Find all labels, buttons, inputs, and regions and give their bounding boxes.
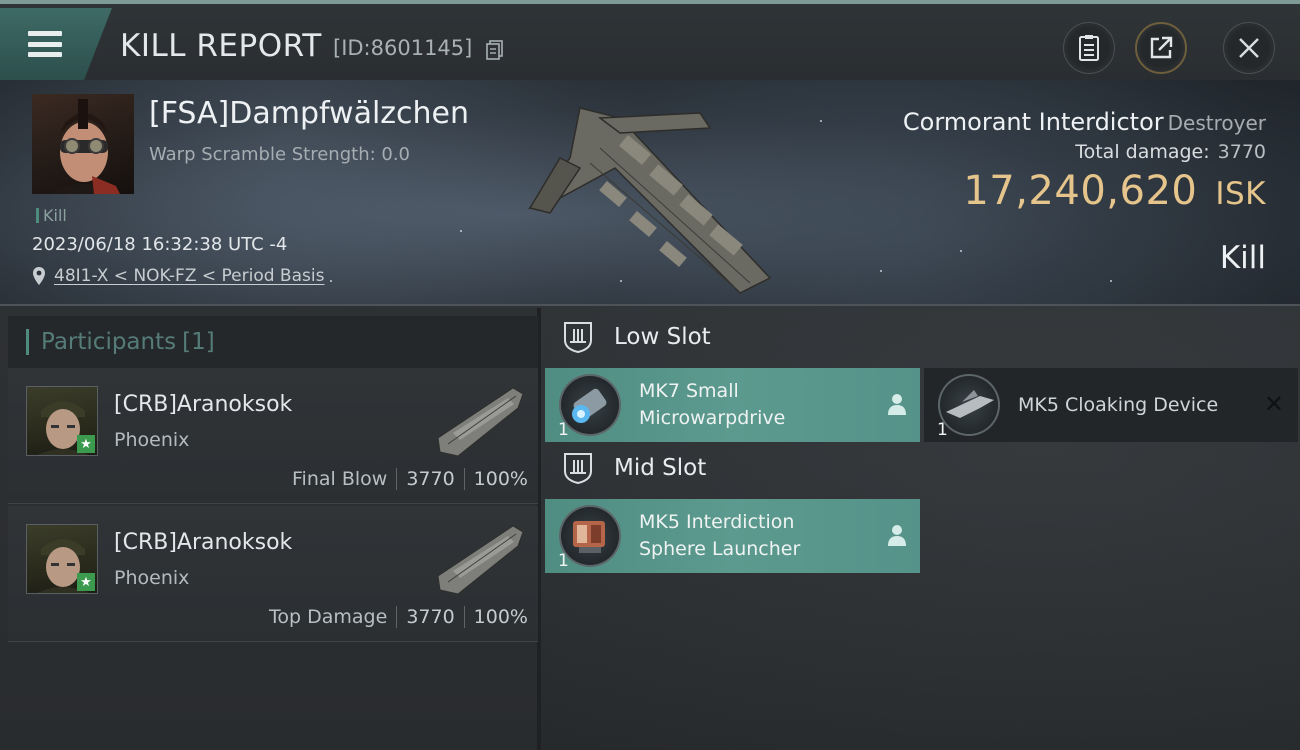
participant-ship: Phoenix xyxy=(114,429,190,451)
person-icon xyxy=(888,525,906,546)
participants-header: Participants [1] xyxy=(8,316,538,368)
star-badge-icon: ★ xyxy=(77,435,95,453)
module-name: MK5 Cloaking Device xyxy=(1018,394,1219,416)
kill-location[interactable]: 48I1-X < NOK-FZ < Period Basis xyxy=(32,266,324,286)
location-pin-icon xyxy=(33,267,45,285)
participants-panel: Participants [1] ★ [CRB]Aranoksok Phoenix xyxy=(0,308,541,750)
module-name: MK5 Interdiction Sphere Launcher xyxy=(639,511,801,560)
header-bar: KILL REPORT [ID:8601145] xyxy=(0,0,1300,80)
victim-avatar[interactable] xyxy=(32,94,134,194)
close-icon xyxy=(1239,38,1259,58)
participant-name[interactable]: [CRB]Aranoksok xyxy=(114,392,292,417)
participant-ship: Phoenix xyxy=(114,567,190,589)
kill-datetime: 2023/06/18 16:32:38 UTC -4 xyxy=(32,234,288,255)
low-slot-header: Low Slot xyxy=(562,320,711,354)
module-mwd[interactable]: 1 MK7 Small Microwarpdrive xyxy=(545,368,920,442)
participant-row[interactable]: ★ [CRB]Aranoksok Phoenix Final Blow 3770… xyxy=(8,368,538,504)
kill-tag: Kill xyxy=(36,206,67,225)
low-slot-icon xyxy=(564,322,592,354)
isk-value: 17,240,620 ISK xyxy=(963,168,1266,214)
close-icon[interactable]: ✕ xyxy=(1264,392,1284,416)
mid-slot-header: Mid Slot xyxy=(562,451,706,485)
menu-icon xyxy=(28,31,62,57)
clipboard-button[interactable] xyxy=(1063,22,1115,74)
person-icon xyxy=(888,394,906,415)
star-badge-icon: ★ xyxy=(77,573,95,591)
clipboard-icon xyxy=(1079,35,1099,61)
victim-banner: [FSA]Dampfwälzchen Warp Scramble Strengt… xyxy=(0,80,1300,306)
participant-avatar[interactable]: ★ xyxy=(26,524,98,594)
menu-button[interactable] xyxy=(0,8,112,80)
share-button[interactable] xyxy=(1135,22,1187,74)
mid-slot-icon xyxy=(564,453,592,485)
module-quantity: 1 xyxy=(937,420,948,440)
participant-ship-image xyxy=(437,387,524,457)
module-quantity: 1 xyxy=(558,420,569,440)
page-title: KILL REPORT xyxy=(120,28,322,64)
module-quantity: 1 xyxy=(558,551,569,571)
participant-name[interactable]: [CRB]Aranoksok xyxy=(114,530,292,555)
copy-icon[interactable] xyxy=(486,40,504,60)
victim-ship-name[interactable]: Cormorant Interdictor Destroyer xyxy=(903,108,1266,136)
kill-result: Kill xyxy=(1219,240,1266,276)
victim-name[interactable]: [FSA]Dampfwälzchen xyxy=(149,96,469,131)
participant-ship-image xyxy=(437,525,524,595)
kill-report-window: KILL REPORT [ID:8601145] [FSA]Dampfwälzc… xyxy=(0,0,1300,750)
share-icon xyxy=(1150,36,1173,59)
victim-ship-image xyxy=(527,107,772,294)
module-name: MK7 Small Microwarpdrive xyxy=(639,380,786,429)
participant-stats: Top Damage 3770 100% xyxy=(269,606,528,628)
report-id: [ID:8601145] xyxy=(333,36,473,60)
participant-row[interactable]: ★ [CRB]Aranoksok Phoenix Top Damage 3770… xyxy=(8,506,538,642)
participant-avatar[interactable]: ★ xyxy=(26,386,98,456)
module-cloak[interactable]: 1 MK5 Cloaking Device ✕ xyxy=(924,368,1298,442)
close-button[interactable] xyxy=(1223,22,1275,74)
warp-scramble-strength: Warp Scramble Strength: 0.0 xyxy=(149,144,411,165)
module-interdiction-launcher[interactable]: 1 MK5 Interdiction Sphere Launcher xyxy=(545,499,920,573)
participant-stats: Final Blow 3770 100% xyxy=(292,468,528,490)
total-damage: Total damage: 3770 xyxy=(1075,141,1266,163)
